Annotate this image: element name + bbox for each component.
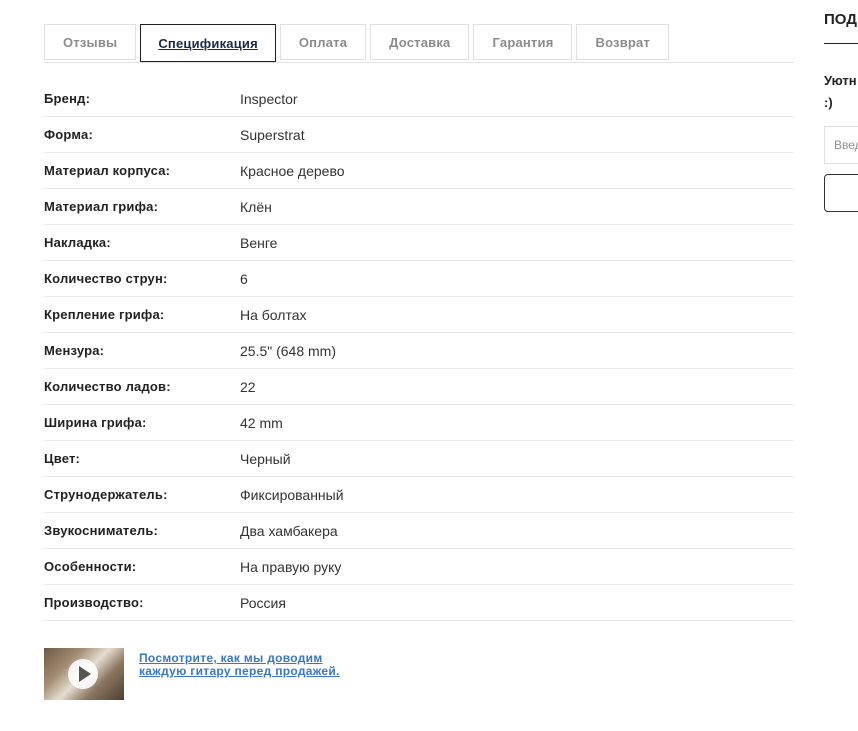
- spec-value: На болтах: [240, 306, 307, 323]
- spec-row-shape: Форма: Superstrat: [44, 117, 794, 153]
- spec-label: Особенности:: [44, 559, 137, 574]
- spec-table: Бренд: Inspector Форма: Superstrat Матер…: [44, 81, 794, 621]
- spec-label: Ширина грифа:: [44, 415, 147, 430]
- spec-row-color: Цвет: Черный: [44, 441, 794, 477]
- spec-value: Inspector: [240, 90, 298, 107]
- tab-reviews[interactable]: Отзывы: [44, 24, 137, 60]
- play-icon[interactable]: [68, 659, 98, 689]
- spec-row-brand: Бренд: Inspector: [44, 81, 794, 117]
- spec-row-body-material: Материал корпуса: Красное дерево: [44, 153, 794, 189]
- spec-row-neck-width: Ширина грифа: 42 mm: [44, 405, 794, 441]
- spec-row-bridge: Струнодержатель: Фиксированный: [44, 477, 794, 513]
- spec-value: 25.5" (648 mm): [240, 342, 337, 359]
- spec-row-neck-material: Материал грифа: Клён: [44, 189, 794, 225]
- spec-row-production: Производство: Россия: [44, 585, 794, 621]
- spec-label: Количество струн:: [44, 271, 168, 286]
- spec-row-features: Особенности: На правую руку: [44, 549, 794, 585]
- product-details: Отзывы Спецификация Оплата Доставка Гара…: [44, 24, 794, 621]
- sidebar-text: Уютн :): [824, 70, 857, 114]
- tab-return[interactable]: Возврат: [576, 24, 670, 60]
- sidebar-text-line: :): [824, 95, 833, 110]
- tab-delivery[interactable]: Доставка: [370, 24, 470, 60]
- spec-label: Цвет:: [44, 451, 81, 466]
- spec-row-scale: Мензура: 25.5" (648 mm): [44, 333, 794, 369]
- tab-warranty[interactable]: Гарантия: [473, 24, 573, 60]
- sidebar-divider: [824, 43, 858, 44]
- tab-specification[interactable]: Спецификация: [140, 24, 276, 62]
- spec-value: На правую руку: [240, 558, 342, 575]
- spec-value: Красное дерево: [240, 162, 345, 179]
- spec-label: Накладка:: [44, 235, 111, 250]
- spec-value: Фиксированный: [240, 486, 344, 503]
- spec-row-strings: Количество струн: 6: [44, 261, 794, 297]
- spec-label: Крепление грифа:: [44, 307, 165, 322]
- subscribe-button[interactable]: [824, 174, 858, 212]
- spec-value: Россия: [240, 594, 286, 611]
- spec-value: 22: [240, 378, 256, 395]
- spec-label: Материал корпуса:: [44, 163, 171, 178]
- spec-label: Звукосниматель:: [44, 523, 159, 538]
- spec-value: Superstrat: [240, 126, 305, 143]
- spec-row-pickups: Звукосниматель: Два хамбакера: [44, 513, 794, 549]
- tab-bar: Отзывы Спецификация Оплата Доставка Гара…: [44, 24, 794, 63]
- spec-label: Мензура:: [44, 343, 105, 358]
- video-link[interactable]: Посмотрите, как мы доводим каждую гитару…: [139, 652, 369, 700]
- sidebar-title: ПОД: [824, 11, 857, 28]
- video-thumbnail[interactable]: [44, 648, 124, 700]
- spec-row-fretboard: Накладка: Венге: [44, 225, 794, 261]
- tab-payment[interactable]: Оплата: [279, 24, 367, 60]
- spec-value: Клён: [240, 198, 272, 215]
- spec-value: Венге: [240, 234, 278, 251]
- spec-label: Материал грифа:: [44, 199, 159, 214]
- sidebar-subscribe: ПОД Уютн :): [824, 0, 858, 731]
- spec-value: Черный: [240, 450, 291, 467]
- spec-row-neck-joint: Крепление грифа: На болтах: [44, 297, 794, 333]
- spec-label: Количество ладов:: [44, 379, 171, 394]
- spec-value: 42 mm: [240, 414, 283, 431]
- spec-value: Два хамбакера: [240, 522, 338, 539]
- sidebar-text-line: Уютн: [824, 73, 857, 88]
- spec-label: Бренд:: [44, 91, 91, 106]
- video-promo: Посмотрите, как мы доводим каждую гитару…: [44, 648, 369, 700]
- subscribe-email-input[interactable]: [824, 126, 858, 164]
- spec-label: Струнодержатель:: [44, 487, 168, 502]
- spec-row-frets: Количество ладов: 22: [44, 369, 794, 405]
- spec-label: Форма:: [44, 127, 94, 142]
- spec-label: Производство:: [44, 595, 144, 610]
- spec-value: 6: [240, 270, 248, 287]
